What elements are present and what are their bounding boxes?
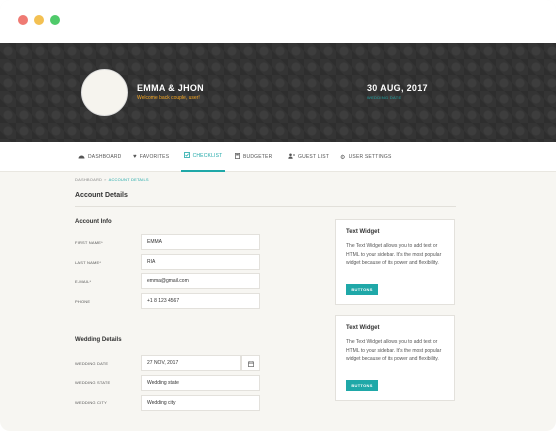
divider [75,206,456,207]
breadcrumb-current: ACCOUNT DETAILS [108,177,149,182]
nav-label: USER SETTINGS [348,154,392,160]
email-field[interactable]: emma@gmail.com [141,273,260,289]
phone-label: PHONE [75,299,91,304]
widget-button[interactable]: BUTTONS [346,380,378,391]
nav-item-favorites[interactable]: ♥ FAVORITES [133,142,169,172]
wedding-state-field[interactable]: Wedding state [141,375,260,391]
wedding-details-title: Wedding Details [75,337,122,343]
nav-label: CHECKLIST [192,153,223,159]
phone-field[interactable]: +1 8 123 4567 [141,293,260,309]
checklist-icon [183,152,190,160]
widget-title: Text Widget [346,325,380,331]
nav-label: BUDGETER [243,154,273,160]
main-nav: DASHBOARD ♥ FAVORITES CHECKLIST BUDGETER… [0,142,556,172]
widget-text: The Text Widget allows you to add text o… [346,339,442,362]
email-label: E-MAIL* [75,279,92,284]
widget-button[interactable]: BUTTONS [346,284,378,295]
wedding-state-label: WEDDING STATE [75,380,111,385]
nav-item-budgeter[interactable]: BUDGETER [235,142,272,172]
wedding-date-field-label: WEDDING DATE [75,361,109,366]
calendar-icon [247,354,254,372]
breadcrumb-separator: » [104,177,107,182]
wedding-city-label: WEDDING CITY [75,400,107,405]
last-name-label: LAST NAME* [75,260,102,265]
welcome-message: Welcome back couple, user! [137,95,200,101]
breadcrumb-home-link[interactable]: DASHBOARD [75,177,102,182]
window-titlebar [0,0,556,43]
nav-item-checklist[interactable]: CHECKLIST [181,142,225,172]
first-name-label: FIRST NAME* [75,240,103,245]
first-name-field[interactable]: EMMA [141,234,260,250]
wedding-date-label: WEDDING DATE [367,95,402,100]
account-info-title: Account Info [75,219,112,225]
last-name-field[interactable]: RIA [141,254,260,270]
nav-item-dashboard[interactable]: DASHBOARD [78,142,121,172]
nav-label: DASHBOARD [88,154,122,160]
heart-icon: ♥ [133,154,137,160]
app-window: EMMA & JHON Welcome back couple, user! 3… [0,0,556,431]
calendar-button[interactable] [241,355,260,371]
wedding-date-field[interactable]: 27 NOV, 2017 [141,355,241,371]
dashboard-icon [78,153,85,161]
wedding-date-value: 30 AUG, 2017 [367,83,428,93]
text-widget: Text Widget The Text Widget allows you t… [335,219,455,305]
widget-title: Text Widget [346,229,380,235]
guests-icon [288,153,295,161]
couple-name: EMMA & JHON [137,83,204,93]
maximize-window-button[interactable] [50,15,60,25]
calculator-icon [235,153,240,161]
minimize-window-button[interactable] [34,15,44,25]
widget-text: The Text Widget allows you to add text o… [346,243,442,266]
nav-label: FAVORITES [139,154,170,160]
wedding-city-field[interactable]: Wedding city [141,395,260,411]
nav-item-guest-list[interactable]: GUEST LIST [288,142,329,172]
gear-icon: ⚙ [340,154,346,161]
avatar[interactable] [81,69,128,116]
page-title: Account Details [75,192,128,199]
nav-label: GUEST LIST [298,154,330,160]
breadcrumb: DASHBOARD» ACCOUNT DETAILS [75,177,149,182]
close-window-button[interactable] [18,15,28,25]
nav-item-user-settings[interactable]: ⚙ USER SETTINGS [340,142,391,172]
text-widget: Text Widget The Text Widget allows you t… [335,315,455,401]
